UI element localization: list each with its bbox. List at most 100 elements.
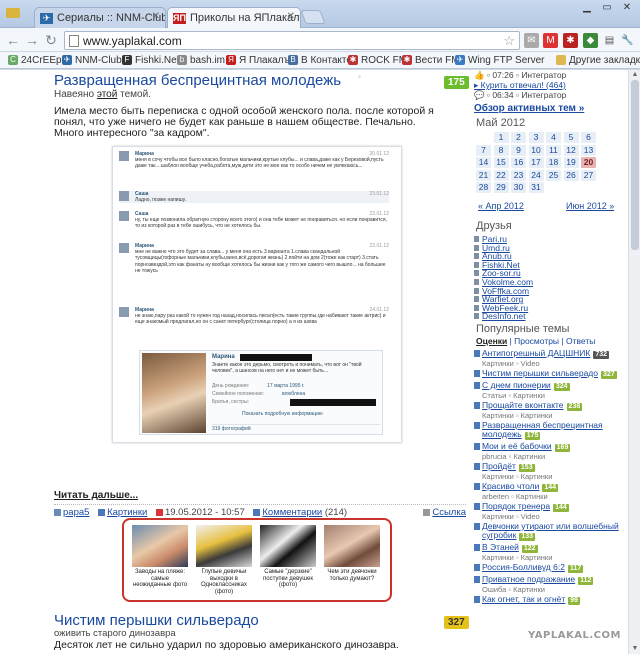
popular-topic[interactable]: Прощайте вконтакте 238 [474,401,624,411]
calendar-day[interactable]: 2 [511,132,526,143]
calendar-day[interactable]: 7 [476,144,491,156]
tab-yaplakal[interactable]: ЯП Приколы на ЯПлакалъ ✕ [167,7,301,29]
bookmark-item[interactable]: BВ Контакте [288,54,352,67]
comments-link[interactable]: Комментарии [262,507,322,518]
calendar-day[interactable]: 5 [563,132,579,143]
chat-screenshot[interactable]: Марина 20.01.12 меня в сочу чтобы все было… [112,146,402,443]
address-bar[interactable]: ☆ [64,31,520,50]
reload-icon[interactable]: ↻ [43,32,59,48]
maximize-icon[interactable]: ▭ [598,0,616,16]
page-menu-icon[interactable]: ▤ [602,33,617,48]
calendar-day[interactable]: 27 [581,169,596,181]
bookmark-item[interactable]: F Fishki.Net [122,54,179,67]
wrench-icon[interactable]: 🔧 [620,33,635,48]
popular-topic[interactable]: Красиво чтоли 144 [474,482,624,492]
bookmark-item[interactable]: ✱ ROCK FM [348,54,407,67]
bookmark-item[interactable]: b bash.im [177,54,225,67]
source-link[interactable]: этой [97,89,118,100]
close-tab-icon[interactable]: ✕ [152,11,160,22]
popular-topic[interactable]: В Этаней 122 [474,543,624,553]
calendar-day[interactable]: 26 [563,169,579,181]
popular-topic[interactable]: С днем пионерии 324 [474,381,624,391]
popular-topic[interactable]: Развращенная беспрецинтная молодежь 175 [474,421,624,440]
calendar-day[interactable]: 8 [493,144,509,156]
bookmark-item[interactable]: ✈ Wing FTP Server [455,54,545,67]
calendar-day[interactable]: 14 [476,157,491,168]
category-link[interactable]: Картинки [107,507,147,518]
profile-more-link[interactable]: Показать подробную информацию [242,411,323,417]
tab-nnm[interactable]: ✈ Сериалы :: NNM-Club.ru ✕ [34,7,166,28]
related-post[interactable]: Заводы на пляже: самые неожиданные фото [132,525,188,589]
calendar-day[interactable]: 22 [493,169,509,181]
url-input[interactable] [83,33,463,48]
calendar-day[interactable]: 13 [581,144,596,156]
gmail-icon[interactable]: M [543,33,558,48]
calendar-day[interactable]: 25 [546,169,561,181]
calendar-day[interactable]: 16 [511,157,526,168]
vertical-scrollbar[interactable]: ▲ ▼ [628,70,640,654]
active-topics-link[interactable]: Обзор активных тем » [474,103,584,114]
calendar-day[interactable]: 1 [493,132,509,143]
calendar-day[interactable]: 3 [528,132,544,143]
scroll-down-icon[interactable]: ▼ [629,644,640,654]
post-link-icon[interactable]: ◦ [358,72,361,81]
calendar-day[interactable]: 20 [581,157,596,168]
calendar-day[interactable]: 4 [546,132,561,143]
bookmark-item[interactable]: ✱ Вести FM [402,54,460,67]
friend-link[interactable]: DesInfo.net [474,311,525,321]
extension-icon[interactable]: ✱ [563,33,578,48]
calendar-day[interactable]: 21 [476,169,491,181]
tab-others[interactable]: | Просмотры | Ответы [507,336,596,346]
extension-icon[interactable]: ✉ [524,33,539,48]
calendar-next-link[interactable]: Июн 2012 » [566,201,614,211]
calendar-day[interactable]: 31 [528,182,544,193]
calendar-day[interactable]: 12 [563,144,579,156]
calendar-day[interactable]: 30 [511,182,526,193]
next-post-title[interactable]: Чистим перышки сильверадо [54,612,259,629]
calendar-prev-link[interactable]: « Апр 2012 [478,201,524,211]
calendar-day[interactable]: 17 [528,157,544,168]
bookmark-item[interactable]: C 24CrEEp [8,54,62,67]
minimize-icon[interactable]: ▁ [578,0,596,16]
calendar-day[interactable]: 6 [581,132,596,143]
close-tab-icon[interactable]: ✕ [287,11,295,22]
bookmark-item[interactable]: ЯЯ Плакалъ [226,54,290,67]
calendar-day[interactable]: 29 [493,182,509,193]
popular-topic[interactable]: Россия-Болливуд 6:2 117 [474,563,624,573]
related-post[interactable]: Чем эти девчонки только думают? [324,525,380,582]
permalink[interactable]: Ссылка [432,507,466,518]
scroll-up-icon[interactable]: ▲ [629,70,640,80]
popular-topic[interactable]: Приватное подражание 112 [474,575,624,585]
popular-topic[interactable]: Пройдёт 153 [474,462,624,472]
author-link[interactable]: papa5 [63,507,89,518]
close-window-icon[interactable]: ✕ [618,0,636,16]
popular-topic[interactable]: Как огнет, так и огнёт 99 [474,595,624,605]
popular-topic[interactable]: Мои и её бабочки 169 [474,442,624,452]
calendar-day[interactable]: 23 [511,169,526,181]
scrollbar-thumb[interactable] [631,80,639,250]
popular-topic[interactable]: Чистим перышки сильверадо 327 [474,369,624,379]
post-title[interactable]: Развращенная беспрецинтная молодежь [54,72,341,89]
tab-ratings[interactable]: Оценки [476,336,507,346]
related-post[interactable]: Глупые девичьи выходки в Одноклассниках … [196,525,252,595]
popular-topic[interactable]: Порядок тренера 144 [474,502,624,512]
calendar-day[interactable]: 28 [476,182,491,193]
popular-topic[interactable]: Антипогрешный ДАЦШНИК 732 [474,349,624,359]
extension-icon[interactable]: ◆ [583,33,598,48]
calendar-day[interactable]: 10 [528,144,544,156]
calendar-day[interactable]: 18 [546,157,561,168]
calendar-day[interactable]: 24 [528,169,544,181]
back-arrow-icon[interactable]: ← [5,32,21,48]
calendar-day[interactable]: 19 [563,157,579,168]
related-post[interactable]: Самые "дерзкие" поступки девушек (фото) [260,525,316,589]
calendar-day[interactable]: 9 [511,144,526,156]
bookmark-folder[interactable]: Другие закладки [556,54,640,67]
popular-topic[interactable]: Девчонки утирают или волшебный сугробик 1… [474,522,624,541]
new-tab-button[interactable] [300,10,326,24]
profile-photos-count[interactable]: 319 фотографий [212,424,380,432]
bookmark-item[interactable]: ✈ NNM-Club [62,54,122,67]
calendar-day[interactable]: 15 [493,157,509,168]
read-more-link[interactable]: Читать дальше... [54,490,138,501]
bookmark-star-icon[interactable]: ☆ [503,33,515,49]
calendar-day[interactable]: 11 [546,144,561,156]
